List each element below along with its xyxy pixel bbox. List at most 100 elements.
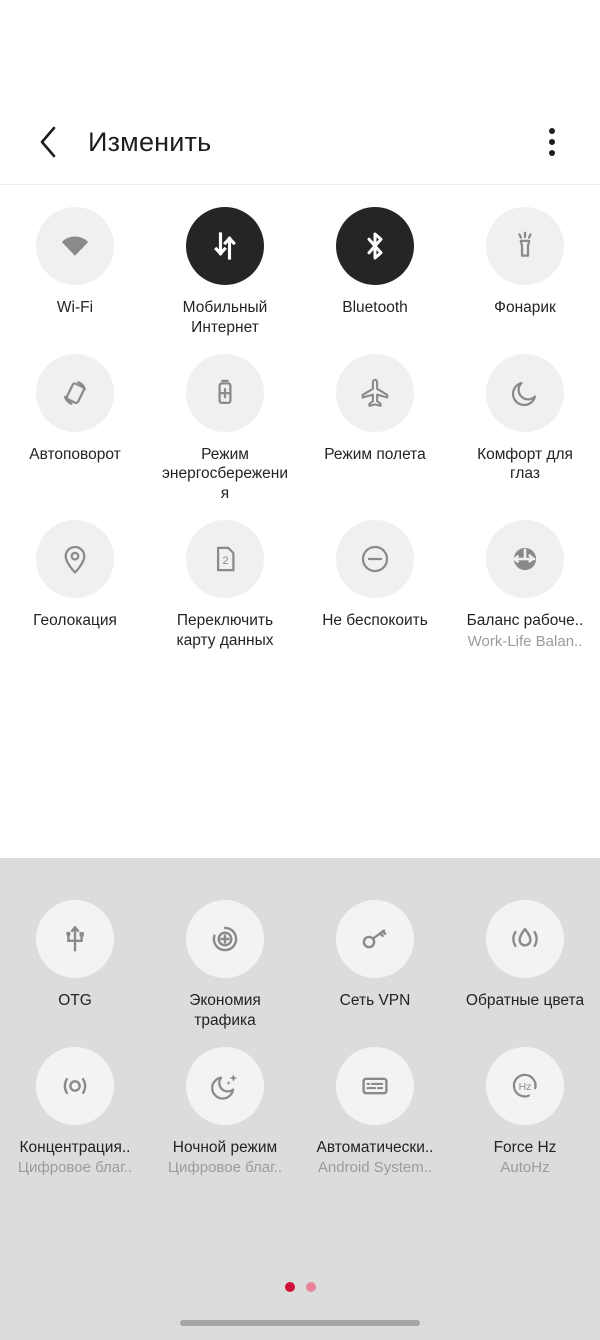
tile-toggle-off[interactable] (36, 207, 114, 285)
quick-settings-tile[interactable]: Hz Force Hz AutoHz (450, 1046, 600, 1178)
quick-settings-tile[interactable]: Обратные цвета (450, 900, 600, 1031)
tile-toggle-off[interactable] (336, 1046, 414, 1125)
tile-toggle-on[interactable] (336, 207, 414, 285)
available-tiles-grid: OTG Экономия трафика Сеть VPN Обратные ц… (0, 900, 600, 1178)
overflow-menu-icon-dot (549, 128, 555, 134)
quick-settings-tile[interactable]: Комфорт для глаз (450, 353, 600, 504)
work-life-balance-icon (507, 541, 543, 577)
tile-subtitle: Цифровое благ.. (17, 1159, 133, 1177)
quick-settings-tile[interactable]: Ночной режим Цифровое благ.. (150, 1046, 300, 1178)
tile-toggle-off[interactable] (36, 1046, 114, 1125)
quick-settings-tile[interactable]: OTG (0, 900, 150, 1031)
quick-settings-tile[interactable]: Автоматически.. Android System.. (300, 1046, 450, 1178)
tile-label: Автоматически.. (316, 1138, 434, 1156)
auto-rotate-icon (57, 375, 93, 411)
tile-toggle-off[interactable] (336, 520, 414, 599)
tile-label: Режим энергосбережения (162, 445, 288, 503)
svg-text:2: 2 (223, 555, 229, 567)
tile-toggle-off[interactable] (486, 900, 564, 978)
quick-settings-tile[interactable]: Сеть VPN (300, 900, 450, 1031)
bedtime-icon (207, 1068, 243, 1104)
quick-settings-tile[interactable]: Концентрация.. Цифровое благ.. (0, 1046, 150, 1178)
eye-comfort-icon (507, 375, 543, 411)
tile-label: Мобильный Интернет (182, 299, 268, 336)
quick-settings-tile[interactable]: Экономия трафика (150, 900, 300, 1031)
tile-label: Геолокация (33, 612, 117, 630)
flashlight-icon (507, 228, 543, 264)
sim-card-2-icon: 2 (207, 541, 243, 577)
app-header: Изменить (0, 100, 600, 185)
quick-settings-tile[interactable]: Геолокация (0, 520, 150, 651)
quick-settings-tile[interactable]: Фонарик (450, 207, 600, 338)
tile-toggle-off[interactable]: Hz (486, 1046, 564, 1125)
active-tiles-panel: Wi-Fi Мобильный Интернет Bluetooth Фонари… (0, 185, 600, 1040)
available-tiles-panel: OTG Экономия трафика Сеть VPN Обратные ц… (0, 858, 600, 1340)
tile-label: Ночной режим (172, 1138, 278, 1156)
tile-subtitle: Work-Life Balan.. (467, 632, 583, 650)
data-saver-icon (207, 921, 243, 957)
tile-label: Сеть VPN (339, 992, 411, 1009)
overflow-menu-icon-dot (549, 139, 555, 145)
refresh-rate-hz-icon: Hz (507, 1068, 543, 1104)
bluetooth-icon (357, 228, 393, 264)
tile-toggle-off[interactable] (186, 1046, 264, 1125)
tile-label: Баланс рабоче.. (466, 612, 584, 630)
svg-text:Hz: Hz (519, 1081, 532, 1093)
airplane-icon (357, 375, 393, 411)
overflow-menu-button[interactable] (532, 120, 572, 164)
tile-toggle-off[interactable] (186, 353, 264, 432)
page-title: Изменить (88, 126, 212, 157)
tile-toggle-off[interactable] (336, 900, 414, 978)
invert-colors-icon (507, 921, 543, 957)
live-caption-icon (357, 1068, 393, 1104)
quick-settings-tile[interactable]: Не беспокоить (300, 520, 450, 651)
tile-toggle-off[interactable] (486, 520, 564, 599)
tile-toggle-off[interactable] (36, 900, 114, 978)
quick-settings-tile[interactable]: Баланс рабоче.. Work-Life Balan.. (450, 520, 600, 651)
tile-toggle-off[interactable] (186, 900, 264, 978)
active-tiles-grid: Wi-Fi Мобильный Интернет Bluetooth Фонари… (0, 207, 600, 651)
page-dot-1[interactable] (284, 1282, 295, 1292)
tile-toggle-off[interactable] (486, 353, 564, 432)
mobile-data-icon (207, 228, 243, 264)
tile-subtitle: AutoHz (500, 1159, 550, 1177)
tile-toggle-off[interactable] (36, 520, 114, 599)
tile-label: OTG (58, 992, 92, 1009)
page-dot-2[interactable] (305, 1282, 316, 1292)
quick-settings-tile[interactable]: Автоповорот (0, 353, 150, 504)
overflow-menu-icon-dot (549, 150, 555, 156)
home-indicator[interactable] (180, 1320, 420, 1326)
location-pin-icon (57, 541, 93, 577)
tile-toggle-off[interactable]: 2 (186, 520, 264, 599)
tile-label: Force Hz (493, 1138, 557, 1156)
tile-label: Фонарик (494, 299, 556, 316)
tile-label: Автоповорот (29, 445, 121, 463)
tile-subtitle: Android System.. (317, 1159, 433, 1177)
tile-label: Wi-Fi (56, 299, 94, 316)
tile-label: Обратные цвета (465, 992, 585, 1009)
tile-toggle-on[interactable] (186, 207, 264, 285)
quick-settings-tile[interactable]: Режим полета (300, 353, 450, 504)
tile-toggle-off[interactable] (36, 353, 114, 432)
do-not-disturb-icon (357, 541, 393, 577)
wifi-icon (57, 228, 93, 264)
tile-subtitle: Цифровое благ.. (167, 1159, 283, 1177)
quick-settings-tile[interactable]: Мобильный Интернет (150, 207, 300, 338)
focus-mode-icon (57, 1068, 93, 1104)
tile-label: Концентрация.. (19, 1138, 131, 1156)
tile-label: Режим полета (324, 445, 426, 463)
page-indicator-bottom (0, 1282, 600, 1292)
quick-settings-tile[interactable]: Bluetooth (300, 207, 450, 338)
quick-settings-tile[interactable]: Wi-Fi (0, 207, 150, 338)
tile-label: Экономия трафика (189, 992, 261, 1029)
chevron-left-icon (37, 125, 59, 159)
tile-label: Bluetooth (342, 299, 408, 316)
bottom-navigation (0, 1278, 600, 1340)
battery-saver-icon (207, 375, 243, 411)
tile-label: Комфорт для глаз (477, 445, 573, 483)
back-button[interactable] (28, 122, 68, 162)
quick-settings-tile[interactable]: Режим энергосбережения (150, 353, 300, 504)
quick-settings-tile[interactable]: 2 Переключить карту данных (150, 520, 300, 651)
tile-toggle-off[interactable] (486, 207, 564, 285)
tile-toggle-off[interactable] (336, 353, 414, 432)
